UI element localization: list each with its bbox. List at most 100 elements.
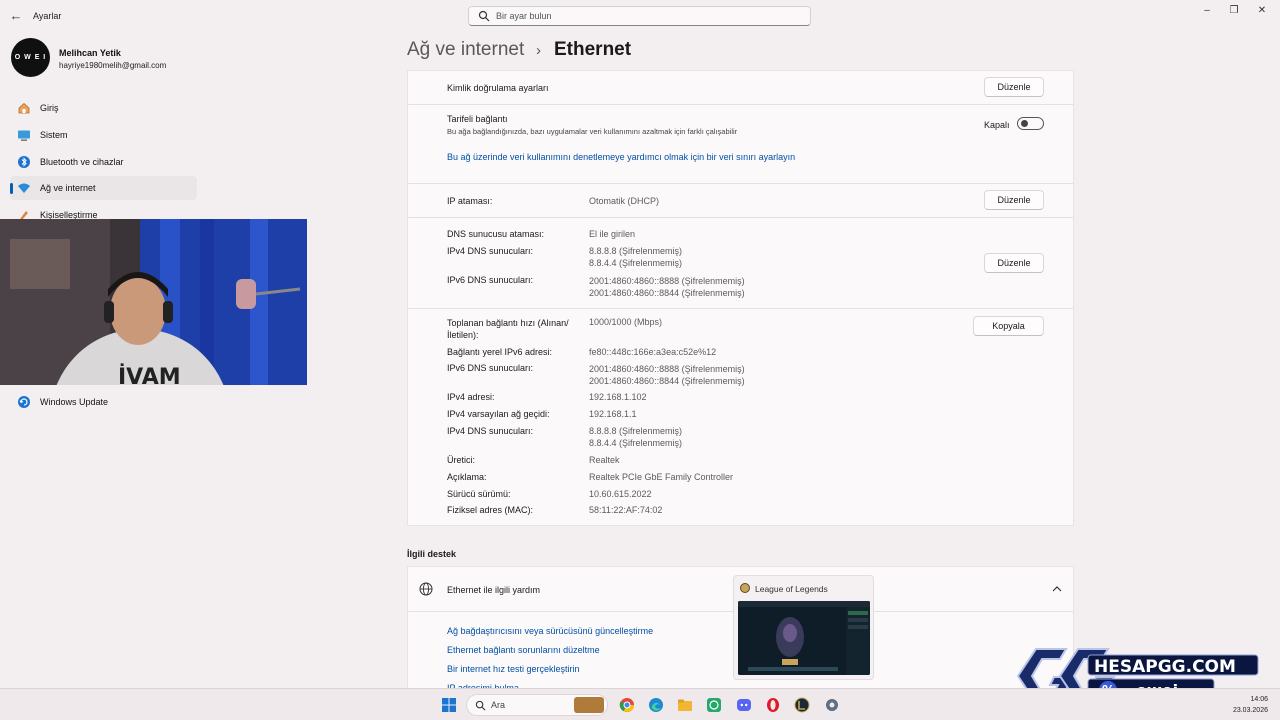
svg-text:İVAM: İVAM: [118, 364, 181, 385]
description-value: Realtek PCIe GbE Family Controller: [589, 472, 734, 482]
search-input[interactable]: [496, 9, 796, 23]
settings-search-box[interactable]: [468, 6, 811, 26]
title-bar: ← Ayarlar – ❐ ✕: [0, 0, 1280, 32]
dns-ipv6-value-1: 2001:4860:4860::8888 (Şifrelenmemiş): [589, 276, 745, 286]
mac-address-value: 58:11:22:AF:74:02: [589, 505, 663, 515]
chevron-up-icon[interactable]: [1052, 585, 1062, 593]
sidebar-item-network[interactable]: Ağ ve internet: [10, 176, 197, 200]
speed-label-line-2: İletilen):: [447, 330, 479, 340]
speed-label-line-1: Toplanan bağlantı hızı (Alınan/: [447, 318, 569, 328]
ipv6-local-value: fe80::448c:166e:a3ea:c52e%12: [589, 347, 717, 357]
whatsapp-icon[interactable]: [706, 697, 722, 713]
related-support-heading: İlgili destek: [407, 549, 457, 559]
copy-button[interactable]: Kopyala: [973, 316, 1044, 336]
opera-icon[interactable]: [765, 697, 781, 713]
preview-title: League of Legends: [755, 584, 828, 594]
league-of-legends-taskbar-icon[interactable]: [794, 697, 810, 713]
globe-icon: [419, 582, 433, 596]
breadcrumb-parent[interactable]: Ağ ve internet: [407, 39, 524, 61]
sidebar-item-label: Sistem: [40, 130, 68, 140]
search-highlight-image: [574, 697, 604, 713]
bluetooth-icon: [18, 156, 30, 168]
support-link[interactable]: Ağ bağdaştırıcısını veya sürücüsünü günc…: [447, 626, 653, 636]
logo-text: HESAPGG.COM: [1094, 657, 1236, 677]
user-email: hayriye1980melih@gmail.com: [59, 61, 167, 70]
dns-ipv4-value-1: 8.8.8.8 (Şifrelenmemiş): [589, 246, 683, 256]
close-icon[interactable]: ✕: [1250, 4, 1274, 18]
webcam-image: İVAM: [0, 219, 307, 385]
ip-assignment-value: Otomatik (DHCP): [589, 196, 660, 206]
dns-ipv4-value-2: 8.8.4.4 (Şifrelenmemiş): [589, 258, 683, 268]
search-icon: [478, 10, 490, 22]
metered-title: Tarifeli bağlantı: [447, 114, 508, 124]
minimize-icon[interactable]: –: [1195, 4, 1219, 18]
speed-value: 1000/1000 (Mbps): [589, 317, 663, 327]
windows-start-icon[interactable]: [441, 697, 457, 713]
chrome-icon[interactable]: [619, 697, 635, 713]
metered-toggle[interactable]: [1017, 117, 1044, 130]
props-ipv6-dns-value-2: 2001:4860:4860::8844 (Şifrelenmemiş): [589, 376, 745, 386]
page-title: Ethernet: [554, 39, 632, 60]
settings-gear-icon[interactable]: [824, 697, 840, 713]
manufacturer-label: Üretici:: [447, 455, 476, 465]
props-ipv4-dns-label: IPv4 DNS sunucuları:: [447, 426, 534, 436]
mac-address-label: Fiziksel adres (MAC):: [447, 505, 534, 515]
avatar[interactable]: O W E I: [11, 38, 50, 77]
league-of-legends-icon: [740, 583, 750, 593]
ipv4-address-label: IPv4 adresi:: [447, 392, 495, 402]
sidebar-item-system[interactable]: Sistem: [10, 123, 197, 147]
props-ipv6-dns-label: IPv6 DNS sunucuları:: [447, 363, 534, 373]
file-explorer-icon[interactable]: [677, 697, 693, 713]
clock-time: 14:06: [1250, 696, 1268, 703]
toggle-knob: [1021, 120, 1028, 127]
sidebar-item-home[interactable]: Giriş: [10, 96, 197, 120]
back-arrow-icon[interactable]: ←: [8, 8, 24, 24]
divider: [408, 104, 1073, 105]
dns-assign-label: DNS sunucusu ataması:: [447, 229, 545, 239]
divider: [408, 217, 1073, 218]
props-ipv6-dns-value-1: 2001:4860:4860::8888 (Şifrelenmemiş): [589, 364, 745, 374]
user-name: Melihcan Yetik: [59, 48, 121, 58]
app-title: Ayarlar: [33, 11, 62, 21]
maximize-icon[interactable]: ❐: [1222, 4, 1246, 18]
sidebar-item-windows-update[interactable]: Windows Update: [10, 390, 197, 414]
discord-icon[interactable]: [736, 697, 752, 713]
ip-assignment-label: IP ataması:: [447, 196, 493, 206]
description-label: Açıklama:: [447, 472, 487, 482]
webcam-overlay: İVAM: [0, 219, 307, 385]
dns-ipv4-label: IPv4 DNS sunucuları:: [447, 246, 534, 256]
active-indicator: [10, 183, 13, 194]
home-icon: [18, 102, 30, 114]
auth-settings-label: Kimlik doğrulama ayarları: [447, 83, 549, 93]
props-ipv4-dns-value-2: 8.8.4.4 (Şifrelenmemiş): [589, 438, 683, 448]
support-link[interactable]: Ethernet bağlantı sorunlarını düzeltme: [447, 645, 600, 655]
support-card-title: Ethernet ile ilgili yardım: [447, 585, 541, 595]
league-of-legends-preview[interactable]: League of Legends: [733, 575, 874, 680]
support-link[interactable]: Bir internet hız testi gerçekleştirin: [447, 664, 580, 674]
manufacturer-value: Realtek: [589, 455, 620, 465]
taskbar-clock[interactable]: 14:06 23.03.2026: [1233, 694, 1268, 716]
taskbar-search-label: Ara: [491, 700, 506, 710]
monitor-icon: [18, 130, 30, 141]
taskbar-search[interactable]: Ara: [466, 694, 608, 716]
breadcrumb-separator-icon: ›: [536, 42, 541, 59]
auth-edit-button[interactable]: Düzenle: [984, 77, 1044, 97]
gateway-value: 192.168.1.1: [589, 409, 637, 419]
sidebar-item-bluetooth[interactable]: Bluetooth ve cihazlar: [10, 150, 197, 174]
dns-ipv6-label: IPv6 DNS sunucuları:: [447, 275, 534, 285]
dns-edit-button[interactable]: Düzenle: [984, 253, 1044, 273]
driver-version-value: 10.60.615.2022: [589, 489, 652, 499]
sidebar-item-label: Windows Update: [40, 397, 109, 407]
sidebar-item-label: Bluetooth ve cihazlar: [40, 157, 124, 167]
dns-assign-value: El ile girilen: [589, 229, 636, 239]
edge-icon[interactable]: [648, 697, 664, 713]
divider: [408, 308, 1073, 309]
data-limit-link[interactable]: Bu ağ üzerinde veri kullanımını denetlem…: [447, 152, 795, 162]
driver-version-label: Sürücü sürümü:: [447, 489, 511, 499]
avatar-text: O W E I: [14, 54, 47, 61]
dns-ipv6-value-2: 2001:4860:4860::8844 (Şifrelenmemiş): [589, 288, 745, 298]
ip-edit-button[interactable]: Düzenle: [984, 190, 1044, 210]
props-ipv4-dns-value-1: 8.8.8.8 (Şifrelenmemiş): [589, 426, 683, 436]
taskbar: Ara 14:06 23.03.2026: [0, 688, 1280, 720]
gateway-label: IPv4 varsayılan ağ geçidi:: [447, 409, 550, 419]
